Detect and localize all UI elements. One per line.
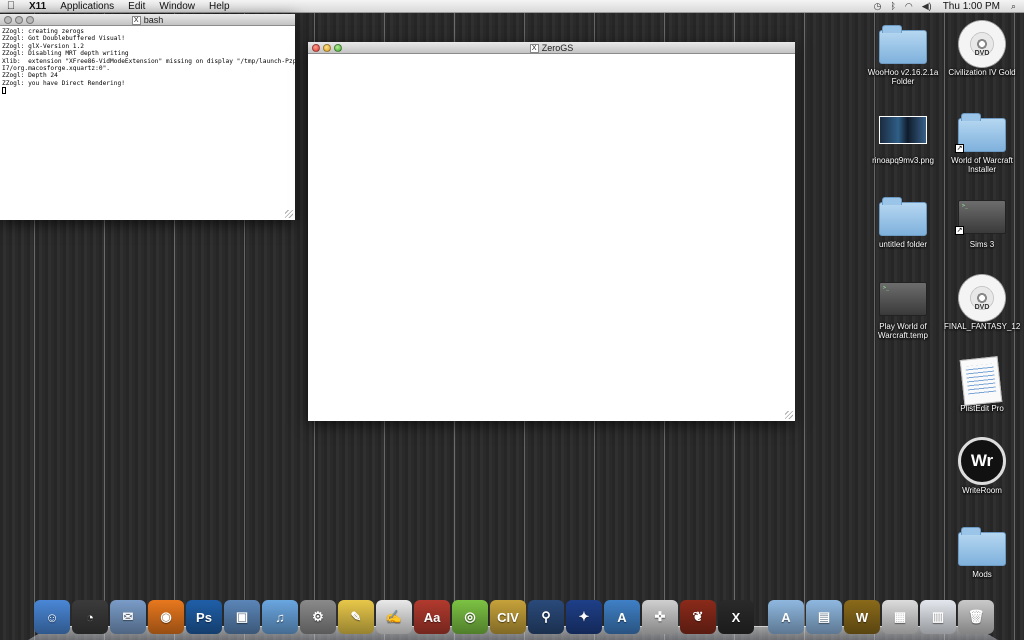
- zoom-button[interactable]: [334, 44, 342, 52]
- spotlight-icon[interactable]: ⌕: [1011, 1, 1016, 12]
- textedit-icon[interactable]: ✍: [376, 600, 412, 634]
- terminal-line: ZZogl: you have Direct Rendering!: [2, 79, 125, 87]
- terminal-alias-icon: ↗: [955, 200, 1006, 235]
- close-button[interactable]: [312, 44, 320, 52]
- dragon-icon[interactable]: ❦: [680, 600, 716, 634]
- desktop-icon-wow-installer[interactable]: ↗ World of Warcraft Installer: [944, 110, 1020, 174]
- terminal-line: ZZogl: glX-Version 1.2: [2, 42, 84, 50]
- zerogs-title: ZeroGS: [541, 43, 574, 53]
- desktop-icon-sims-3[interactable]: ↗ Sims 3: [944, 194, 1020, 249]
- terminal-line: ZZogl: Disabling MRT depth writing: [2, 50, 129, 58]
- documents-folder-icon[interactable]: ▤: [806, 600, 842, 634]
- warcraft-icon[interactable]: W: [844, 600, 880, 634]
- finder-icon[interactable]: ☺: [34, 600, 70, 634]
- x11-window-icon: X: [529, 44, 539, 54]
- menu-clock[interactable]: Thu 1:00 PM: [941, 0, 1002, 13]
- firefox-icon[interactable]: ◉: [148, 600, 184, 634]
- x11-window-icon: X: [131, 16, 141, 26]
- terminal-line: ZZogl: Got Doublebuffered Visual!: [2, 35, 125, 43]
- image-file-icon: [879, 116, 927, 144]
- close-button[interactable]: [4, 16, 12, 24]
- trash-icon[interactable]: 🗑: [958, 600, 994, 634]
- desktop-icon-woohoo-folder[interactable]: WooHoo v2.16.2.1a Folder: [865, 22, 941, 86]
- dock: ☺ ◔ ✉ ◉ Ps ▣ ♫ ⚙ ✎ ✍ Aa ◎ CIV ⚲ ✦ A ✜ ❦ X A ▤ W ▦ ▥ 🗑: [28, 594, 998, 640]
- terminal-titlebar[interactable]: Xbash: [0, 14, 295, 26]
- dock-separator: [756, 600, 766, 634]
- joystick-icon[interactable]: ⚲: [528, 600, 564, 634]
- bluetooth-icon[interactable]: ᛒ: [891, 1, 896, 11]
- folder-icon: [958, 527, 1006, 566]
- folder-alias-icon: ↗: [955, 113, 1006, 153]
- stickies-icon[interactable]: ✎: [338, 600, 374, 634]
- x11-icon[interactable]: X: [718, 600, 754, 634]
- terminal-line: ZZogl: Depth 24: [2, 72, 58, 80]
- applications-folder-icon[interactable]: A: [768, 600, 804, 634]
- menu-window[interactable]: Window: [152, 0, 202, 13]
- minimize-button[interactable]: [15, 16, 23, 24]
- plistedit-icon: [959, 356, 1003, 406]
- zerogs-titlebar[interactable]: X ZeroGS: [308, 42, 795, 54]
- menu-edit[interactable]: Edit: [121, 0, 152, 13]
- desktop-icon-rinoa-png[interactable]: rinoapq9mv3.png: [865, 110, 941, 165]
- desktop-icon-final-fantasy-12[interactable]: DVD FINAL_FANTASY_12: [944, 274, 1020, 331]
- downloads-stack-icon[interactable]: ▥: [920, 600, 956, 634]
- screenshot-stack-icon[interactable]: ▦: [882, 600, 918, 634]
- folder-icon: [879, 25, 927, 64]
- wifi-icon[interactable]: ◠: [905, 1, 913, 12]
- resize-grip[interactable]: [785, 411, 793, 419]
- volume-icon[interactable]: ◀): [922, 1, 932, 12]
- writeroom-icon: Wr: [958, 437, 1006, 485]
- menu-applications[interactable]: Applications: [53, 0, 121, 13]
- desktop-icon-plistedit-pro[interactable]: PlistEdit Pro: [944, 356, 1020, 413]
- mail-icon[interactable]: ✉: [110, 600, 146, 634]
- menu-help[interactable]: Help: [202, 0, 237, 13]
- system-preferences-icon[interactable]: ⚙: [300, 600, 336, 634]
- desktop-icon-play-wow-temp[interactable]: Play World of Warcraft.temp: [865, 276, 941, 340]
- terminal-output[interactable]: ZZogl: creating zerogs ZZogl: Got Doubleb…: [0, 26, 295, 218]
- dock-icons: ☺ ◔ ✉ ◉ Ps ▣ ♫ ⚙ ✎ ✍ Aa ◎ CIV ⚲ ✦ A ✜ ❦ X A ▤ W ▦ ▥ 🗑: [34, 600, 998, 634]
- gamepad-icon[interactable]: ✜: [642, 600, 678, 634]
- lime-icon[interactable]: ◎: [452, 600, 488, 634]
- terminal-line: I7/org.macosforge.xquartz:0".: [2, 65, 111, 73]
- terminal-title: bash: [143, 15, 164, 25]
- terminal-cursor: [2, 87, 6, 95]
- desktop-icon-untitled-folder[interactable]: untitled folder: [865, 194, 941, 249]
- photoshop-icon[interactable]: Ps: [186, 600, 222, 634]
- desktop-icon-writeroom[interactable]: Wr WriteRoom: [944, 437, 1020, 495]
- dictionary-icon[interactable]: Aa: [414, 600, 450, 634]
- terminal-window[interactable]: Xbash ZZogl: creating zerogs ZZogl: Got D…: [0, 14, 295, 220]
- game-emblem-icon[interactable]: ✦: [566, 600, 602, 634]
- itunes-icon[interactable]: ♫: [262, 600, 298, 634]
- iphoto-icon[interactable]: ▣: [224, 600, 260, 634]
- dvd-icon: DVD: [958, 20, 1006, 68]
- desktop-icon-civilization-iv[interactable]: DVD Civilization IV Gold: [944, 20, 1020, 77]
- menu-app-name[interactable]: X11: [22, 0, 53, 13]
- terminal-icon: [879, 282, 927, 316]
- resize-grip[interactable]: [285, 210, 293, 218]
- dvd-icon: DVD: [958, 274, 1006, 322]
- civ-icon[interactable]: CIV: [490, 600, 526, 634]
- terminal-line: ZZogl: creating zerogs: [2, 28, 84, 35]
- zoom-button[interactable]: [26, 16, 34, 24]
- zerogs-canvas[interactable]: [308, 54, 795, 420]
- apple-menu-icon[interactable]: : [0, 0, 22, 12]
- desktop-icon-mods-folder[interactable]: Mods: [944, 524, 1020, 579]
- zerogs-window[interactable]: X ZeroGS: [308, 42, 795, 421]
- folder-icon: [879, 197, 927, 236]
- minimize-button[interactable]: [323, 44, 331, 52]
- dashboard-icon[interactable]: ◔: [72, 600, 108, 634]
- terminal-line: Xlib: extension "XFree86-VidModeExtensio…: [2, 57, 295, 65]
- app-store-icon[interactable]: A: [604, 600, 640, 634]
- menu-bar:  X11 Applications Edit Window Help ◷ ᛒ …: [0, 0, 1024, 13]
- time-machine-icon[interactable]: ◷: [874, 1, 882, 12]
